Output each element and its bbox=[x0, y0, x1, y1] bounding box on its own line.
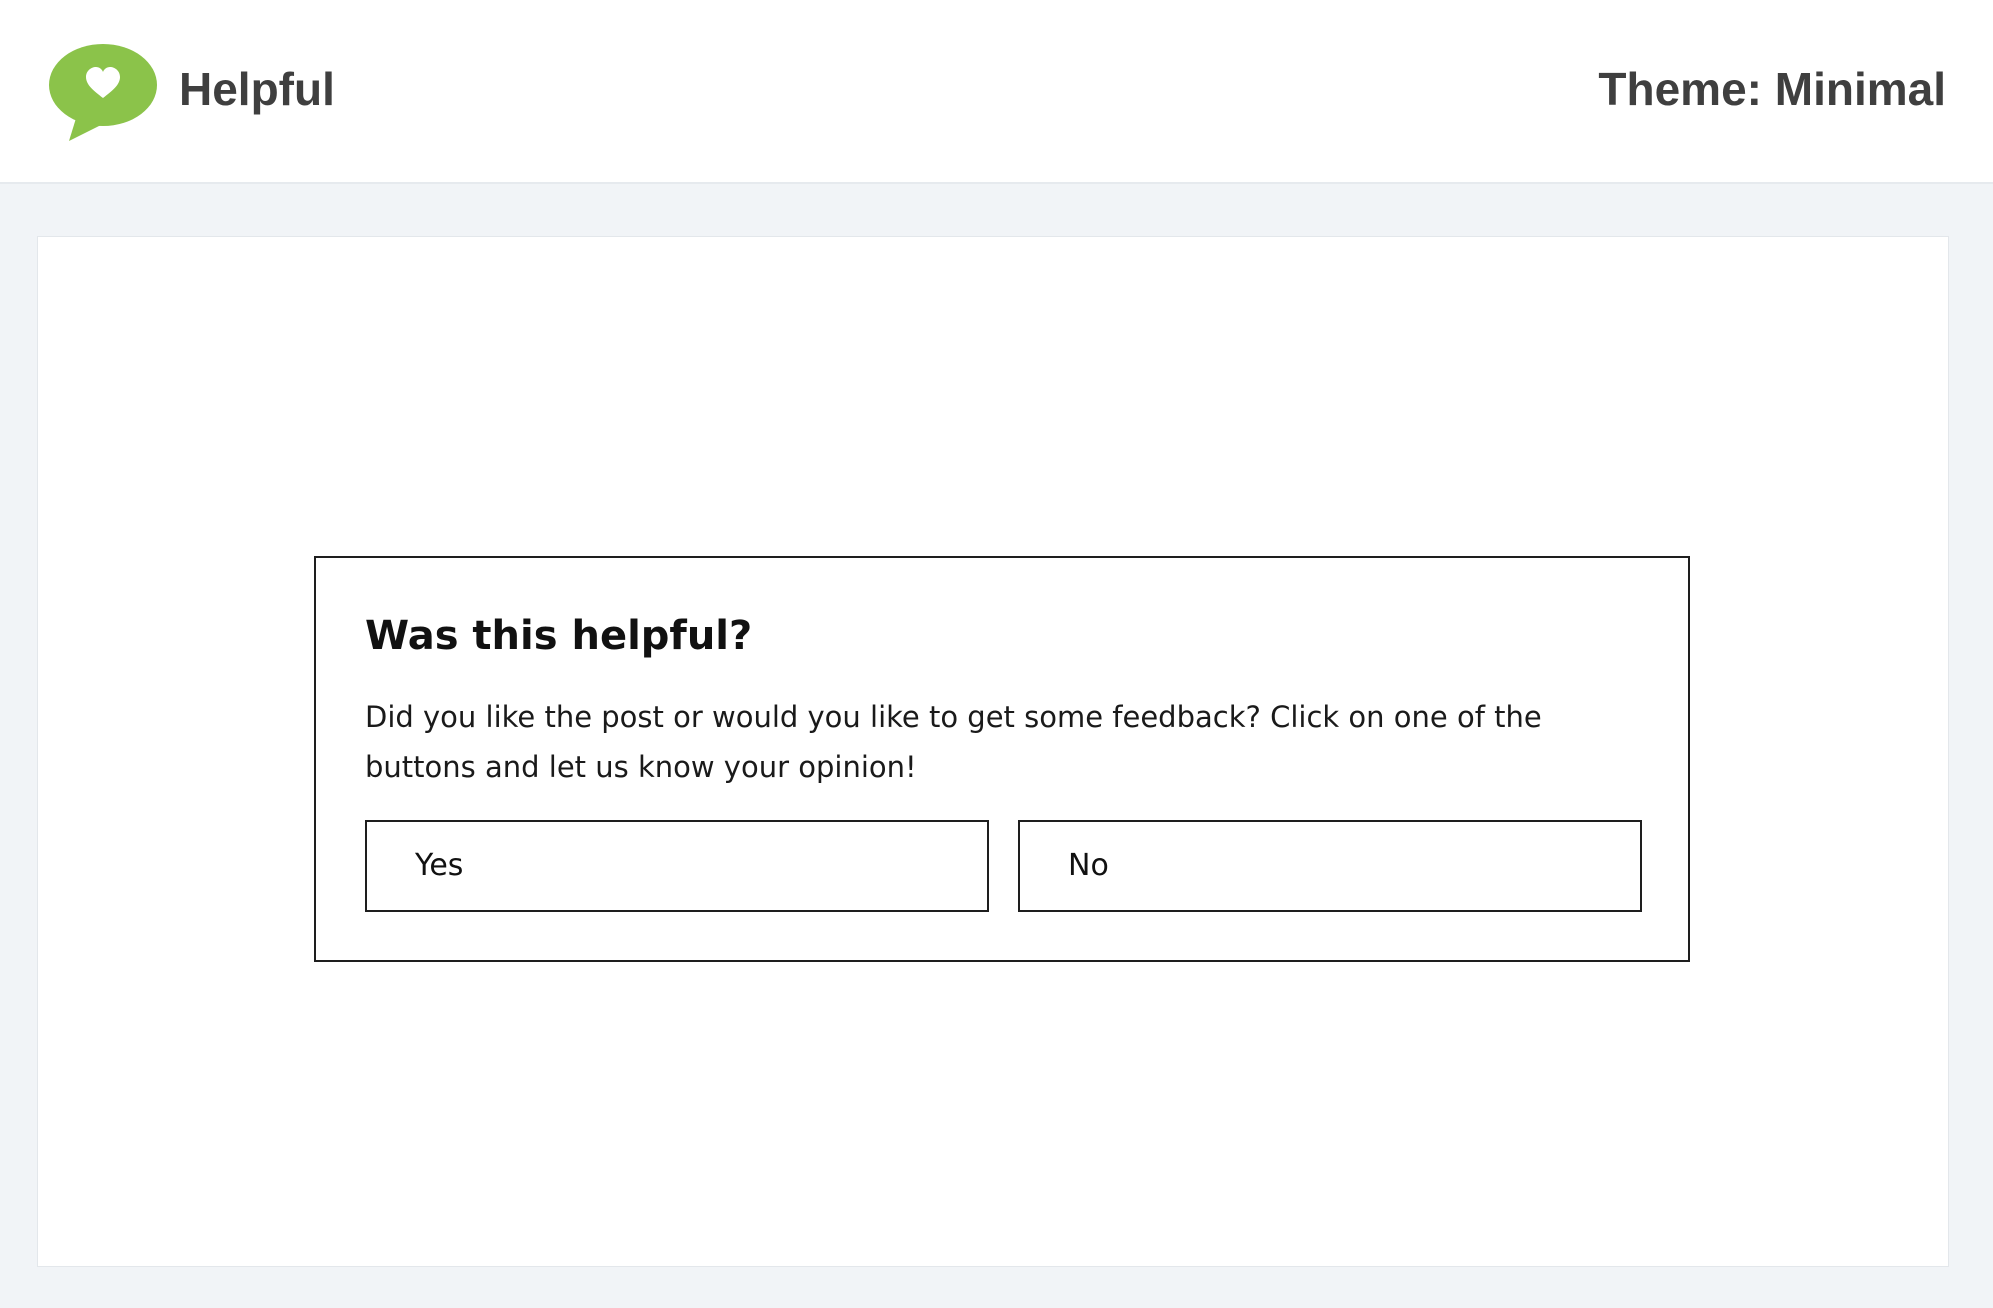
brand-name: Helpful bbox=[179, 63, 335, 115]
theme-label: Theme: Minimal bbox=[1598, 63, 1946, 115]
widget-title: Was this helpful? bbox=[365, 613, 753, 659]
no-button[interactable]: No bbox=[1018, 820, 1642, 912]
heart-speech-bubble-icon[interactable] bbox=[47, 41, 159, 143]
yes-button[interactable]: Yes bbox=[365, 820, 989, 912]
widget-description: Did you like the post or would you like … bbox=[365, 700, 1542, 784]
feedback-widget: Was this helpful? Did you like the post … bbox=[314, 556, 1690, 962]
app-header: Helpful Theme: Minimal bbox=[0, 0, 1993, 184]
